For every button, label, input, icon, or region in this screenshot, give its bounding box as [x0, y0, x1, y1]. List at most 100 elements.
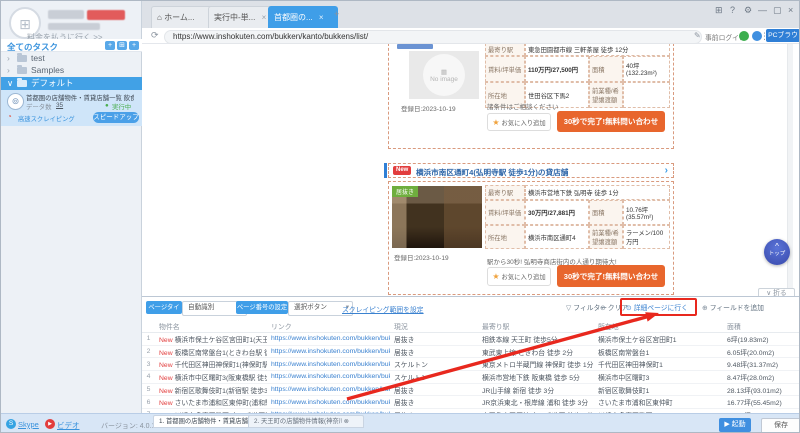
- sheet-tab-1[interactable]: 1. 首都圏の店舗物件・賃貸店舗一覧 ...: [153, 415, 257, 428]
- cell-address[interactable]: 横浜市中区曙町3: [594, 372, 723, 382]
- url-input[interactable]: https://www.inshokuten.com/bukken/kanto/…: [164, 30, 702, 44]
- cell-address[interactable]: 横浜市保土ケ谷区宮田町1: [594, 334, 723, 344]
- cell-address[interactable]: 板橋区南常盤台1: [594, 347, 723, 357]
- back-to-top-button[interactable]: ^ トップ: [764, 239, 790, 265]
- table-row[interactable]: 2 New板橋区南常盤台1(ときわ台駅 徒歩2... https://www.i…: [142, 346, 799, 359]
- cell-area[interactable]: 8.47坪(28.0m2): [723, 372, 799, 382]
- cell-address[interactable]: 千代田区神田神保町1: [594, 359, 723, 369]
- apps-menu-icon[interactable]: ⊞: [715, 5, 723, 16]
- cell-status[interactable]: スケルトン: [390, 372, 478, 382]
- cell-link[interactable]: https://www.inshokuten.com/bukken/bukke.…: [267, 399, 390, 406]
- edit-pencil-icon[interactable]: ✎: [694, 31, 701, 40]
- close-icon[interactable]: ×: [262, 13, 267, 22]
- cell-status[interactable]: 居抜き: [390, 347, 478, 357]
- help-icon[interactable]: ?: [730, 5, 735, 15]
- header-status[interactable]: 現況: [390, 321, 478, 331]
- add-field-button[interactable]: ⊕ フィールドを追加: [702, 302, 764, 312]
- cell-name[interactable]: New横浜市保土ケ谷区宮田町1(天王町駅 ...: [155, 334, 267, 344]
- station-value[interactable]: 東急田園都市線 三軒茶屋 徒歩 12分: [525, 44, 670, 56]
- video-icon[interactable]: ▶: [45, 419, 55, 429]
- scrape-range-link[interactable]: スクレイピング範囲を設定: [342, 304, 424, 314]
- header-address[interactable]: 所在地: [594, 321, 723, 331]
- page-number-chip[interactable]: ページ番号の設定: [236, 301, 288, 314]
- table-row[interactable]: 3 New千代田区神田神保町1(神保町駅 徒歩... https://www.i…: [142, 358, 799, 372]
- skype-icon[interactable]: S: [6, 419, 16, 429]
- cell-status[interactable]: スケルトン: [390, 359, 478, 369]
- cell-name[interactable]: New千代田区神田神保町1(神保町駅 徒歩...: [155, 359, 267, 369]
- cell-link[interactable]: https://www.inshokuten.com/bukken/bukke.…: [267, 335, 390, 342]
- cell-status[interactable]: 居抜き: [390, 385, 478, 395]
- cell-status[interactable]: 居抜き: [390, 397, 478, 407]
- add-task-icon[interactable]: +: [129, 41, 139, 50]
- listing-card-1[interactable]: ▦ No image 登録日:2023-10-19 最寄り駅 東急田園都市線 三…: [388, 44, 674, 149]
- cell-area[interactable]: 9.48坪(31.37m2): [723, 359, 799, 369]
- favorite-button[interactable]: ★ お気に入り追加: [487, 267, 551, 286]
- close-icon[interactable]: ×: [319, 13, 324, 22]
- skype-link[interactable]: Skype: [18, 420, 39, 429]
- cell-link[interactable]: https://www.inshokuten.com/bukken/bukke.…: [267, 373, 390, 380]
- sidebar-folder-test[interactable]: › test: [1, 53, 142, 64]
- listing-title-bar[interactable]: New 横浜市南区通町4(弘明寺駅 徒歩1分)の貸店舗 ›: [388, 163, 674, 178]
- header-link[interactable]: リンク: [267, 321, 390, 331]
- header-station[interactable]: 最寄り駅: [478, 321, 594, 331]
- address-value[interactable]: 横浜市南区通町4: [525, 225, 589, 249]
- launch-button[interactable]: ▶ 起動: [719, 418, 751, 432]
- rent-value[interactable]: 110万円/27,500円: [525, 56, 589, 82]
- table-row[interactable]: 4 New横浜市中区曙町3(阪東橋駅 徒歩5分... https://www.i…: [142, 371, 799, 384]
- cell-link[interactable]: https://www.inshokuten.com/bukken/bukke.…: [267, 348, 390, 355]
- cell-link[interactable]: https://www.inshokuten.com/bukken/bukke.…: [267, 386, 390, 393]
- cell-station[interactable]: 東武東上線 ときわ台 徒歩 2分: [478, 347, 594, 357]
- cell-address[interactable]: さいたま市浦和区東仲町: [594, 397, 723, 407]
- station-value[interactable]: 横浜市営地下鉄 弘明寺 徒歩 1分: [525, 185, 670, 200]
- biz-value[interactable]: ラーメン/100万円: [623, 225, 670, 249]
- cell-station[interactable]: JR山手線 新宿 徒歩 3分: [478, 385, 594, 395]
- browser-mode-button[interactable]: PCブラウザ ▾: [766, 29, 799, 52]
- task-data-count[interactable]: 35: [56, 102, 63, 109]
- table-row[interactable]: 1 New横浜市保土ケ谷区宮田町1(天王町駅 ... https://www.i…: [142, 333, 799, 346]
- cell-name[interactable]: New新宿区歌舞伎町1(新宿駅 徒歩3分)...: [155, 385, 267, 395]
- green-status-icon[interactable]: [739, 31, 749, 41]
- inquiry-cta-button[interactable]: 30秒で完了!無料問い合わせ: [557, 265, 665, 287]
- video-link[interactable]: ビデオ: [57, 420, 80, 431]
- listing-card-2[interactable]: New 横浜市南区通町4(弘明寺駅 徒歩1分)の貸店舗 › 居抜き 登録日:20…: [384, 161, 674, 295]
- cell-area[interactable]: 6.05坪(20.0m2): [723, 347, 799, 357]
- window-close-icon[interactable]: ×: [788, 5, 793, 15]
- add-folder-icon[interactable]: +: [105, 41, 115, 50]
- cell-link[interactable]: https://www.inshokuten.com/bukken/bukke.…: [267, 361, 390, 368]
- all-tasks-header[interactable]: 全てのタスク + ⊞ +: [1, 39, 142, 52]
- inquiry-cta-button[interactable]: 30秒で完了!無料問い合わせ: [557, 111, 665, 132]
- cell-station[interactable]: 横浜市営地下鉄 阪東橋 徒歩 5分: [478, 372, 594, 382]
- refresh-icon[interactable]: ⟳: [151, 30, 159, 41]
- header-area[interactable]: 面積: [723, 321, 799, 331]
- cell-area[interactable]: 16.77坪(55.45m2): [723, 397, 799, 407]
- minimize-icon[interactable]: —: [758, 5, 767, 15]
- sheet-tab-2[interactable]: 2. 天王町の店舗物件情報(神奈川... ⊗: [248, 415, 364, 428]
- favorite-button[interactable]: ★ お気に入り追加: [487, 113, 551, 131]
- listing-title[interactable]: 横浜市南区通町4(弘明寺駅 徒歩1分)の貸店舗: [416, 167, 646, 178]
- save-button[interactable]: 保存: [761, 418, 799, 432]
- tab-running[interactable]: 実行中-単... ×: [208, 6, 276, 29]
- task-item[interactable]: ⊚ 首都圏の店舗物件・賃貸店舗一覧 飲食店ドッ... データ数 35 ● 実行中…: [1, 90, 142, 126]
- new-tab-icon[interactable]: +: [334, 9, 339, 19]
- sidebar-folder-samples[interactable]: › Samples: [1, 65, 142, 76]
- maximize-icon[interactable]: ▢: [773, 5, 782, 16]
- cell-station[interactable]: 東京メトロ半蔵門線 神保町 徒歩 1分: [478, 359, 594, 369]
- rent-value[interactable]: 30万円/27,881円: [525, 200, 589, 225]
- cell-station[interactable]: 相鉄本線 天王町 徒歩5分: [478, 334, 594, 344]
- sidebar-folder-default[interactable]: ∨ デフォルト: [1, 77, 142, 90]
- page-type-chip[interactable]: ページタイプ: [146, 301, 182, 324]
- cell-station[interactable]: JR京浜東北・根岸線 浦和 徒歩 3分: [478, 397, 594, 407]
- tab-current-task[interactable]: 首都圏の... ×: [268, 6, 338, 29]
- area-value[interactable]: 10.76坪(35.57m²): [623, 200, 670, 225]
- cell-address[interactable]: 新宿区歌舞伎町1: [594, 385, 723, 395]
- speedup-button[interactable]: スピードアップ: [93, 112, 139, 123]
- cell-status[interactable]: 居抜き: [390, 334, 478, 344]
- tab-home[interactable]: ⌂ ホーム...: [151, 6, 215, 29]
- cell-area[interactable]: 28.13坪(93.01m2): [723, 385, 799, 395]
- table-row[interactable]: 5 New新宿区歌舞伎町1(新宿駅 徒歩3分)... https://www.i…: [142, 384, 799, 397]
- cell-name[interactable]: New板橋区南常盤台1(ときわ台駅 徒歩2...: [155, 347, 267, 357]
- table-row[interactable]: 6 Newさいたま市浦和区東仲町(浦和駅 徒... https://www.in…: [142, 396, 799, 410]
- header-name[interactable]: 物件名: [155, 321, 267, 331]
- area-value[interactable]: 40坪(132.23m²): [623, 56, 670, 82]
- close-sheet-icon[interactable]: ⊗: [344, 418, 349, 425]
